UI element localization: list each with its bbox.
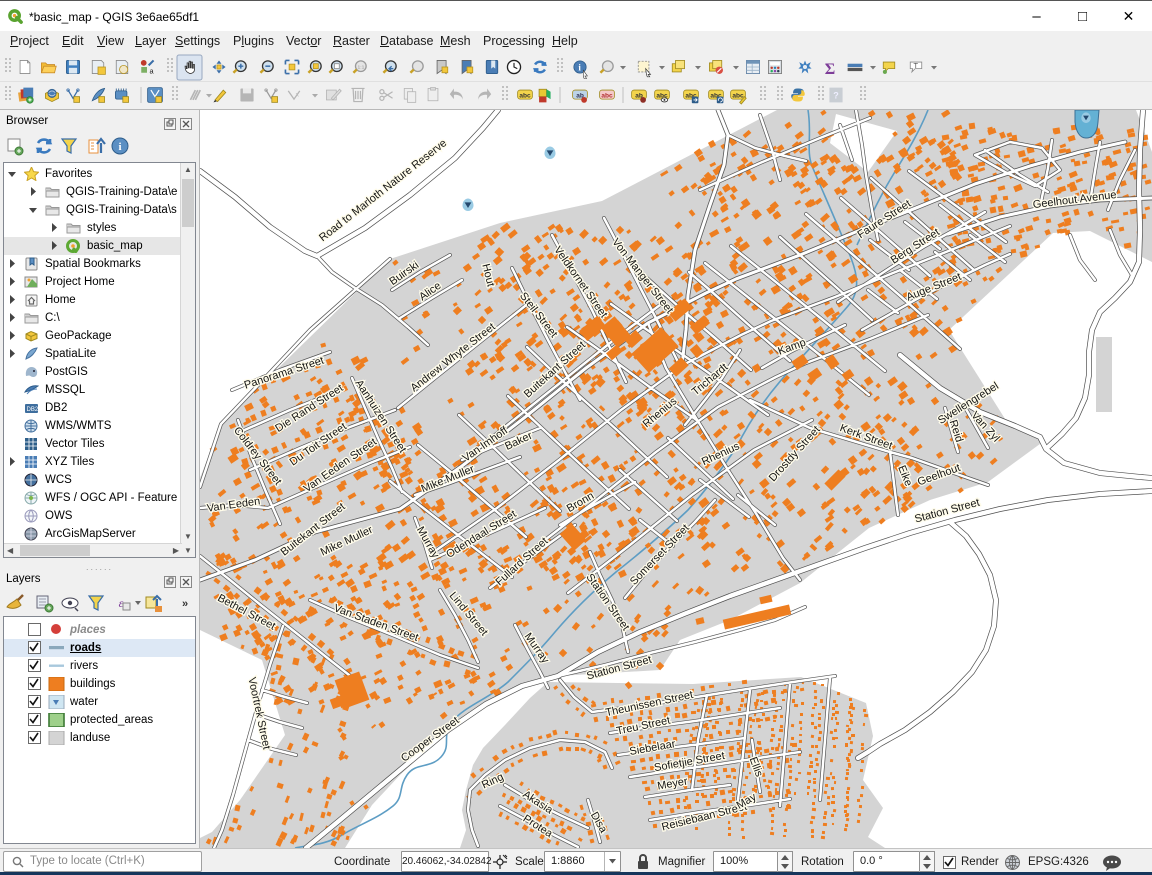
svg-text:Σ: Σ xyxy=(825,61,835,78)
svg-text:abc: abc xyxy=(601,92,613,99)
svg-text:1:1: 1:1 xyxy=(358,65,365,71)
svg-text:abc: abc xyxy=(519,92,531,99)
svg-text:Reid: Reid xyxy=(947,418,965,443)
svg-text:Von Manger Street: Von Manger Street xyxy=(609,236,675,316)
svg-text:Treu Street: Treu Street xyxy=(615,715,671,738)
svg-text:Fullard Street: Fullard Street xyxy=(493,535,550,588)
svg-text:i: i xyxy=(118,141,121,153)
svg-text:Swellengrebel: Swellengrebel xyxy=(936,380,1001,427)
svg-text:Eike: Eike xyxy=(895,464,914,488)
svg-text:Van Eeden: Van Eeden xyxy=(206,495,261,514)
svg-text:?: ? xyxy=(833,90,839,100)
svg-text:T: T xyxy=(914,61,919,70)
svg-text:Station Street: Station Street xyxy=(583,572,631,633)
svg-text:Rhenius: Rhenius xyxy=(641,395,680,430)
svg-text:abc: abc xyxy=(732,92,744,99)
svg-text:Drostdy Street: Drostdy Street xyxy=(767,424,823,484)
svg-text:»: » xyxy=(182,598,188,610)
svg-text:Steil Street: Steil Street xyxy=(517,290,560,340)
svg-text:Hout: Hout xyxy=(479,263,496,288)
svg-text:DB2: DB2 xyxy=(27,407,39,413)
